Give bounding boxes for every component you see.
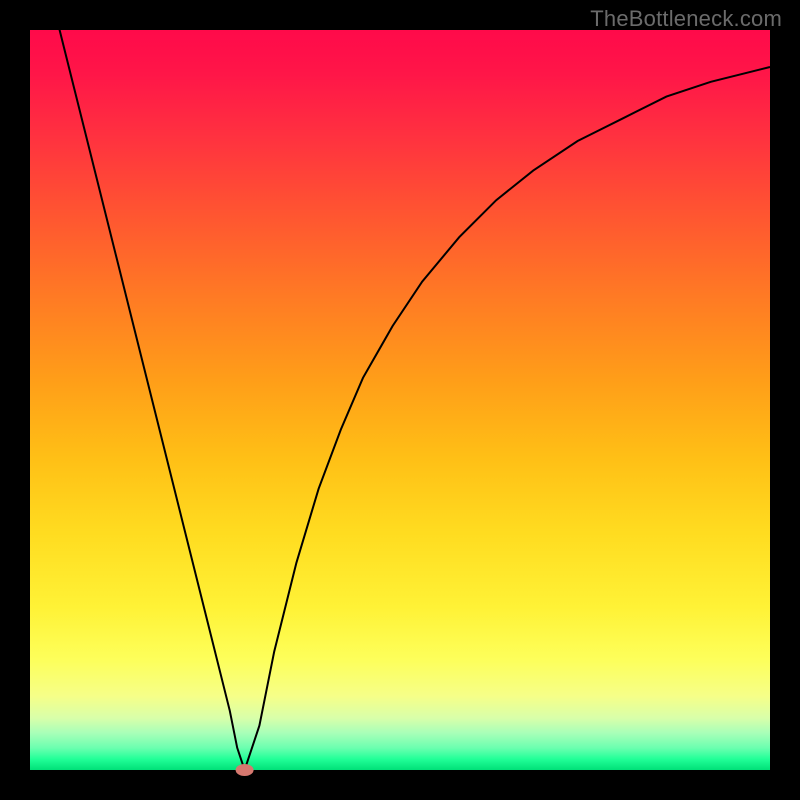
chart-frame: TheBottleneck.com bbox=[0, 0, 800, 800]
minimum-marker bbox=[236, 764, 254, 776]
plot-area bbox=[30, 30, 770, 770]
chart-svg bbox=[30, 30, 770, 770]
watermark-text: TheBottleneck.com bbox=[590, 6, 782, 32]
bottleneck-curve bbox=[30, 0, 770, 770]
